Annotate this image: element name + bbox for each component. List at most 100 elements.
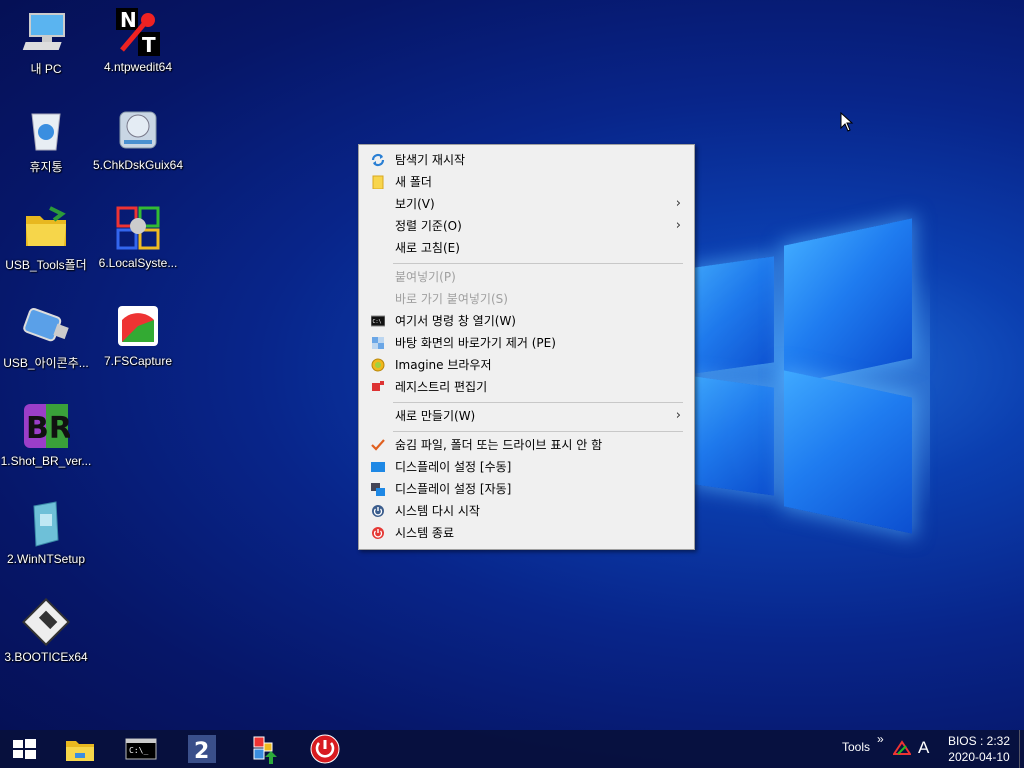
svg-text:C:\: C:\ bbox=[373, 319, 382, 325]
fscapture-icon bbox=[114, 302, 162, 350]
tools-toolbar-label[interactable]: Tools bbox=[842, 740, 870, 754]
desktop-icon-recycle-bin[interactable]: 휴지통 bbox=[0, 106, 92, 175]
desktop-context-menu: 탐색기 재시작 새 폴더 보기(V) › 정렬 기준(O) › 새로 고침(E)… bbox=[358, 144, 695, 550]
menu-item-display-settings-manual[interactable]: 디스플레이 설정 [수동] bbox=[361, 456, 691, 478]
menu-item-remove-desktop-shortcuts[interactable]: 바탕 화면의 바로가기 제거 (PE) bbox=[361, 332, 691, 354]
wallpaper-logo-pane bbox=[784, 218, 912, 386]
restart-icon bbox=[372, 505, 384, 517]
desktop-icon-label: 4.ntpwedit64 bbox=[103, 60, 173, 74]
usb-icon bbox=[22, 302, 70, 350]
command-prompt-button[interactable]: C:\_ bbox=[120, 733, 160, 765]
desktop-icon-label: USB_아이콘추... bbox=[3, 356, 89, 370]
menu-item-restart-explorer[interactable]: 탐색기 재시작 bbox=[361, 149, 691, 171]
refresh-icon bbox=[371, 153, 385, 167]
taskbar: C:\_ 2 Tools » A BIOS : 2:32 2020-04-10 bbox=[0, 730, 1024, 768]
winntsetup-icon bbox=[22, 500, 70, 548]
desktop-icon-usb-tools[interactable]: USB_Tools폴더 bbox=[0, 204, 92, 273]
chevron-double-right-icon[interactable]: » bbox=[877, 732, 884, 746]
menu-separator bbox=[393, 263, 683, 264]
menu-item-new-folder[interactable]: 새 폴더 bbox=[361, 171, 691, 193]
show-desktop-button[interactable] bbox=[1019, 730, 1024, 768]
desktop-icon-chkdsk[interactable]: 5.ChkDskGuix64 bbox=[92, 106, 184, 172]
checkmark-icon bbox=[371, 439, 385, 451]
menu-item-system-restart[interactable]: 시스템 다시 시작 bbox=[361, 500, 691, 522]
file-explorer-button[interactable] bbox=[60, 733, 100, 765]
menu-item-display-settings-auto[interactable]: 디스플레이 설정 [자동] bbox=[361, 478, 691, 500]
desktop-icon-localsystem[interactable]: 6.LocalSyste... bbox=[92, 204, 184, 270]
desktop-icon-label: 3.BOOTICEx64 bbox=[4, 650, 88, 664]
menu-item-label: 시스템 종료 bbox=[395, 526, 455, 540]
menu-item-hide-hidden-files[interactable]: 숨김 파일, 폴더 또는 드라이브 표시 안 함 bbox=[361, 434, 691, 456]
desktop-icon-fscapture[interactable]: 7.FSCapture bbox=[92, 302, 184, 368]
cmd-icon: C:\ bbox=[371, 315, 385, 327]
menu-item-label: 정렬 기준(O) bbox=[395, 219, 462, 233]
menu-item-label: 새 폴더 bbox=[395, 175, 432, 189]
ime-indicator[interactable]: A bbox=[918, 738, 929, 758]
taskbar-app-2-button[interactable]: 2 bbox=[182, 733, 222, 765]
registry-icon bbox=[372, 381, 384, 391]
ntpwedit-icon: NT bbox=[114, 8, 162, 57]
clock[interactable]: BIOS : 2:32 2020-04-10 bbox=[944, 733, 1014, 765]
menu-item-imagine-browser[interactable]: Imagine 브라우저 bbox=[361, 354, 691, 376]
display-auto-icon bbox=[371, 483, 385, 496]
explorer-icon bbox=[66, 741, 94, 761]
svg-text:BR: BR bbox=[26, 411, 70, 446]
menu-item-label: 디스플레이 설정 [수동] bbox=[395, 460, 512, 474]
menu-item-label: 레지스트리 편집기 bbox=[395, 380, 488, 394]
menu-item-system-shutdown[interactable]: 시스템 종료 bbox=[361, 522, 691, 544]
menu-separator bbox=[393, 402, 683, 403]
folder-icon bbox=[22, 204, 70, 252]
svg-text:N: N bbox=[120, 8, 137, 32]
svg-text:2: 2 bbox=[194, 739, 209, 764]
desktop-icon-usb-icon-extract[interactable]: USB_아이콘추... bbox=[0, 302, 92, 371]
svg-text:C:\_: C:\_ bbox=[129, 746, 148, 755]
shutdown-icon bbox=[372, 527, 384, 539]
chevron-right-icon: › bbox=[675, 218, 681, 233]
menu-item-label: 여기서 명령 창 열기(W) bbox=[395, 314, 516, 328]
menu-item-label: Imagine 브라우저 bbox=[395, 358, 492, 372]
menu-item-label: 보기(V) bbox=[395, 197, 435, 211]
menu-item-registry-editor[interactable]: 레지스트리 편집기 bbox=[361, 376, 691, 398]
menu-item-paste: 붙여넣기(P) bbox=[361, 266, 691, 288]
wallpaper-logo-pane bbox=[784, 370, 912, 534]
mouse-cursor-icon bbox=[840, 112, 854, 132]
desktop-icon-label: 6.LocalSyste... bbox=[98, 256, 178, 270]
chevron-right-icon: › bbox=[675, 408, 681, 423]
desktop-icon-label: 내 PC bbox=[30, 62, 62, 76]
clock-time: BIOS : 2:32 bbox=[947, 734, 1011, 748]
desktop-icon-bootice[interactable]: 3.BOOTICEx64 bbox=[0, 597, 92, 664]
chevron-right-icon: › bbox=[675, 196, 681, 211]
display-icon bbox=[371, 462, 385, 472]
menu-item-label: 숨김 파일, 폴더 또는 드라이브 표시 안 함 bbox=[395, 438, 603, 452]
menu-item-label: 새로 고침(E) bbox=[395, 241, 460, 255]
desktop-icon-label: 2.WinNTSetup bbox=[6, 552, 86, 566]
desktop-icon-label: 7.FSCapture bbox=[103, 354, 173, 368]
cmd-icon: C:\_ bbox=[125, 738, 157, 760]
menu-item-label: 바탕 화면의 바로가기 제거 (PE) bbox=[395, 336, 556, 350]
tray-app-icon[interactable] bbox=[893, 740, 911, 756]
menu-item-new[interactable]: 새로 만들기(W) › bbox=[361, 405, 691, 427]
menu-separator bbox=[393, 431, 683, 432]
wallpaper-logo-pane bbox=[694, 256, 774, 374]
desktop-icon-my-pc[interactable]: 내 PC bbox=[0, 8, 92, 77]
clock-date: 2020-04-10 bbox=[948, 750, 1010, 764]
power-icon bbox=[310, 734, 340, 764]
bootice-icon bbox=[21, 597, 71, 647]
menu-item-open-command-window[interactable]: C:\ 여기서 명령 창 열기(W) bbox=[361, 310, 691, 332]
installer-button[interactable] bbox=[244, 733, 284, 765]
menu-item-label: 디스플레이 설정 [자동] bbox=[395, 482, 512, 496]
desktop-icon-label: USB_Tools폴더 bbox=[5, 258, 87, 272]
menu-item-refresh[interactable]: 새로 고침(E) bbox=[361, 237, 691, 259]
start-button[interactable] bbox=[4, 733, 44, 765]
menu-item-sort-by[interactable]: 정렬 기준(O) › bbox=[361, 215, 691, 237]
power-button[interactable] bbox=[305, 733, 345, 765]
menu-item-view[interactable]: 보기(V) › bbox=[361, 193, 691, 215]
desktop-icon-winntsetup[interactable]: 2.WinNTSetup bbox=[0, 500, 92, 566]
menu-item-paste-shortcut: 바로 가기 붙여넣기(S) bbox=[361, 288, 691, 310]
desktop-icon-shot-br[interactable]: BR 1.Shot_BR_ver... bbox=[0, 402, 92, 468]
wallpaper-logo-pane bbox=[694, 376, 774, 496]
local-system-icon bbox=[114, 204, 162, 252]
start-icon bbox=[13, 739, 36, 759]
menu-item-label: 바로 가기 붙여넣기(S) bbox=[395, 292, 508, 306]
desktop-icon-ntpwedit[interactable]: NT 4.ntpwedit64 bbox=[92, 8, 184, 74]
